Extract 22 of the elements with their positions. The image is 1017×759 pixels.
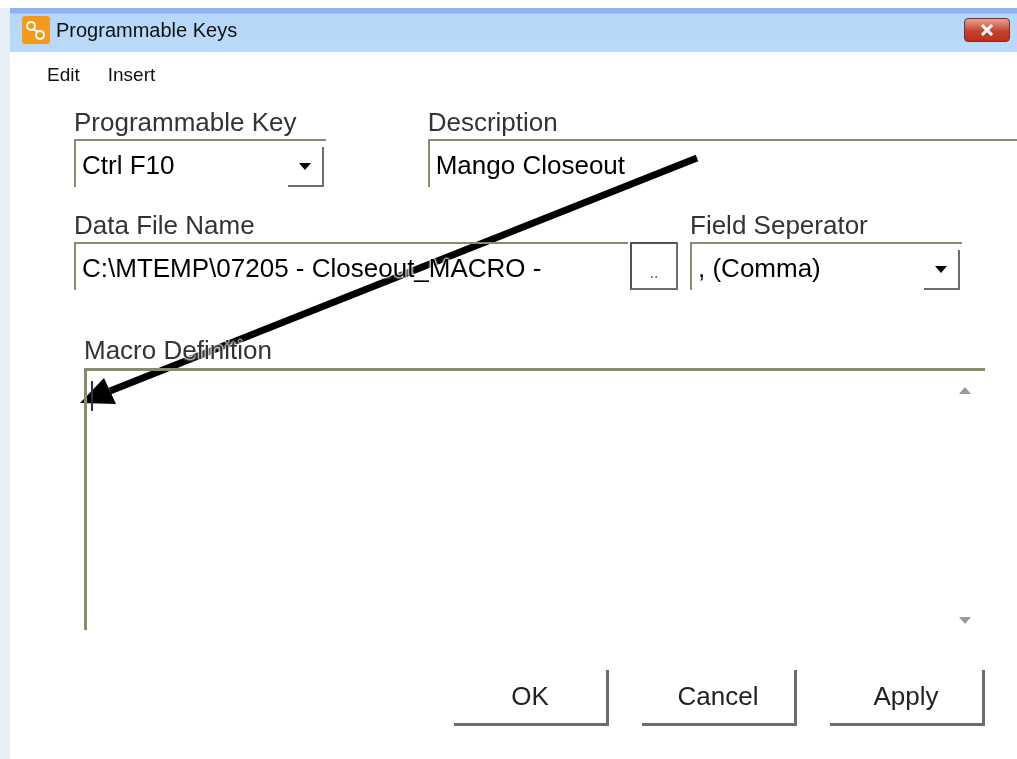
- app-icon: [22, 16, 50, 44]
- browse-button[interactable]: ..: [630, 242, 678, 290]
- dropdown-field[interactable]: , (Comma): [690, 242, 962, 290]
- menu-item[interactable]: Edit: [42, 64, 85, 90]
- dialog-button[interactable]: Apply: [830, 670, 985, 726]
- menu-item[interactable]: Insert: [102, 64, 161, 90]
- scroll-up-icon[interactable]: [959, 387, 971, 394]
- caret-icon: [935, 265, 947, 273]
- field-label: Description: [427, 106, 559, 139]
- dialog-button[interactable]: OK: [454, 670, 609, 726]
- window-title: Programmable Keys: [56, 18, 238, 42]
- text-cursor: [91, 381, 93, 411]
- text-field[interactable]: Mango Closeout: [427, 139, 1017, 187]
- caret-icon: [298, 162, 311, 170]
- field-label: Field Seperator: [690, 209, 869, 242]
- field-label: Data File Name: [74, 209, 256, 242]
- close-button[interactable]: [964, 18, 1010, 42]
- close-icon: [979, 24, 995, 36]
- dialog-button[interactable]: Cancel: [642, 670, 797, 726]
- scroll-down-icon[interactable]: [959, 617, 971, 624]
- dropdown-field[interactable]: Ctrl F10: [74, 139, 326, 187]
- field-label: Programmable Key: [74, 106, 298, 139]
